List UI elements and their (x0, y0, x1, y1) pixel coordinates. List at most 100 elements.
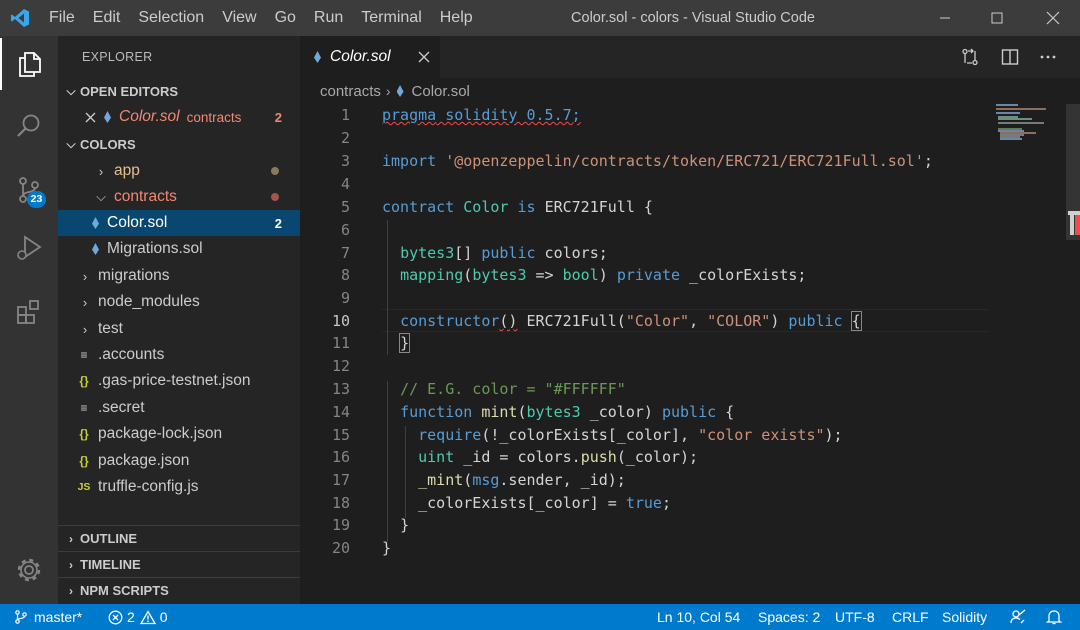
breadcrumb: contracts › Color.sol (300, 78, 1080, 104)
menu-view[interactable]: View (213, 0, 265, 36)
menu-file[interactable]: File (40, 0, 84, 36)
explorer-button[interactable] (0, 38, 58, 90)
tree-item-label: truffle-config.js (98, 478, 199, 495)
chevron-right-icon: › (69, 557, 73, 572)
notifications-button[interactable] (1046, 604, 1062, 630)
tree-item-migrations[interactable]: › migrations (58, 263, 300, 289)
extensions-button[interactable] (0, 286, 58, 338)
manage-button[interactable] (0, 544, 58, 596)
modified-dot (271, 167, 279, 175)
minimize-button[interactable] (918, 0, 972, 36)
maximize-icon (991, 12, 1003, 24)
problems-indicator[interactable]: 2 0 (108, 604, 168, 630)
problems-count: 2 (274, 109, 282, 125)
title-bar: File Edit Selection View Go Run Terminal… (0, 0, 1080, 36)
search-button[interactable] (0, 100, 58, 152)
code-line-11: } (382, 332, 411, 355)
line-number: 1 (340, 106, 350, 124)
timeline-header[interactable]: › TIMELINE (58, 551, 300, 577)
cursor-position[interactable]: Ln 10, Col 54 (657, 604, 740, 630)
branch-indicator[interactable]: master* (14, 604, 82, 630)
chevron-down-icon: ⌵ (96, 189, 106, 204)
code-line-20: } (382, 539, 392, 557)
git-branch-icon (15, 610, 27, 624)
tree-item-migrations-sol[interactable]: Migrations.sol (58, 236, 300, 262)
line-ending[interactable]: CRLF (892, 604, 929, 630)
line-number: 17 (331, 471, 350, 489)
tree-item-accounts[interactable]: ≡ .accounts (58, 342, 300, 368)
menu-edit[interactable]: Edit (84, 0, 130, 36)
project-header[interactable]: ⌵ COLORS (58, 131, 300, 157)
code-line-3: import '@openzeppelin/contracts/token/ER… (382, 152, 933, 170)
tree-item-test[interactable]: › test (58, 316, 300, 342)
menu-selection[interactable]: Selection (129, 0, 213, 36)
tree-item-secret[interactable]: ≡ .secret (58, 395, 300, 421)
tree-item-label: migrations (98, 267, 170, 284)
json-file-icon: {} (79, 374, 89, 388)
line-number: 8 (340, 266, 350, 284)
tree-item-label: app (114, 162, 140, 179)
minimap[interactable] (996, 104, 1066, 144)
tree-item-label: .secret (98, 399, 145, 416)
json-file-icon: {} (79, 454, 89, 468)
json-file-icon: {} (79, 427, 89, 441)
line-number: 9 (340, 289, 350, 307)
open-editor-name: Color.sol (119, 108, 180, 125)
split-editor-button[interactable] (996, 44, 1024, 70)
close-window-button[interactable] (1026, 0, 1080, 36)
tree-item-label: .accounts (98, 346, 165, 363)
code-line-19: } (400, 516, 410, 534)
source-control-button[interactable]: 23 (0, 164, 58, 216)
breadcrumb-folder[interactable]: contracts (320, 83, 381, 100)
more-actions-button[interactable] (1034, 44, 1062, 70)
open-editors-header[interactable]: ⌵ OPEN EDITORS (58, 78, 300, 104)
code-editor[interactable]: 1 2 3 4 5 6 7 8 9 10 11 12 13 14 15 16 1… (300, 104, 990, 604)
code-line-1: pragma solidity 0.5.7; (382, 106, 581, 124)
tree-item-contracts[interactable]: ⌵ contracts (58, 184, 300, 210)
chevron-right-icon: › (98, 163, 104, 179)
open-changes-button[interactable] (956, 44, 984, 70)
language-mode[interactable]: Solidity (942, 604, 987, 630)
run-debug-button[interactable] (0, 222, 58, 274)
tree-item-package-lock[interactable]: {} package-lock.json (58, 421, 300, 447)
menu-help[interactable]: Help (431, 0, 482, 36)
encoding[interactable]: UTF-8 (835, 604, 875, 630)
close-tab-button[interactable] (415, 46, 433, 68)
close-editor-icon[interactable] (78, 112, 102, 123)
line-number: 11 (331, 334, 350, 352)
line-number: 3 (340, 152, 350, 170)
chevron-right-icon: › (69, 583, 73, 598)
explorer-sidebar: EXPLORER ⌵ OPEN EDITORS Color.sol contra… (58, 36, 300, 604)
feedback-button[interactable] (1010, 604, 1026, 630)
run-debug-icon (17, 235, 42, 260)
menu-terminal[interactable]: Terminal (352, 0, 430, 36)
chevron-right-icon: › (385, 83, 391, 99)
menu-go[interactable]: Go (266, 0, 305, 36)
tree-item-package-json[interactable]: {} package.json (58, 448, 300, 474)
tree-item-app[interactable]: › app (58, 158, 300, 184)
tree-item-label: package.json (98, 452, 190, 469)
indentation[interactable]: Spaces: 2 (758, 604, 820, 630)
tree-item-label: Migrations.sol (107, 240, 203, 257)
tree-item-gas-price-json[interactable]: {} .gas-price-testnet.json (58, 368, 300, 394)
error-dot (271, 193, 279, 201)
open-editor-item[interactable]: Color.sol contracts 2 (58, 104, 300, 130)
outline-header[interactable]: › OUTLINE (58, 525, 300, 551)
maximize-button[interactable] (970, 0, 1024, 36)
tab-color-sol[interactable]: Color.sol (300, 36, 440, 78)
menu-run[interactable]: Run (305, 0, 352, 36)
tree-item-truffle-config[interactable]: JS truffle-config.js (58, 474, 300, 500)
tree-item-color-sol[interactable]: Color.sol 2 (58, 210, 300, 236)
close-icon (1046, 11, 1060, 25)
bell-icon (1046, 610, 1062, 625)
tree-item-node-modules[interactable]: › node_modules (58, 289, 300, 315)
open-editor-folder: contracts (186, 109, 242, 125)
code-line-17: _mint(msg.sender, _id); (418, 471, 626, 489)
breadcrumb-file[interactable]: Color.sol (412, 83, 470, 100)
npm-scripts-header[interactable]: › NPM SCRIPTS (58, 577, 300, 603)
vscode-logo-icon (0, 0, 40, 36)
tree-item-label: .gas-price-testnet.json (98, 372, 251, 389)
chevron-right-icon: › (69, 531, 73, 546)
code-line-14: function mint(bytes3 _color) public { (400, 403, 735, 421)
line-number: 5 (340, 198, 350, 216)
